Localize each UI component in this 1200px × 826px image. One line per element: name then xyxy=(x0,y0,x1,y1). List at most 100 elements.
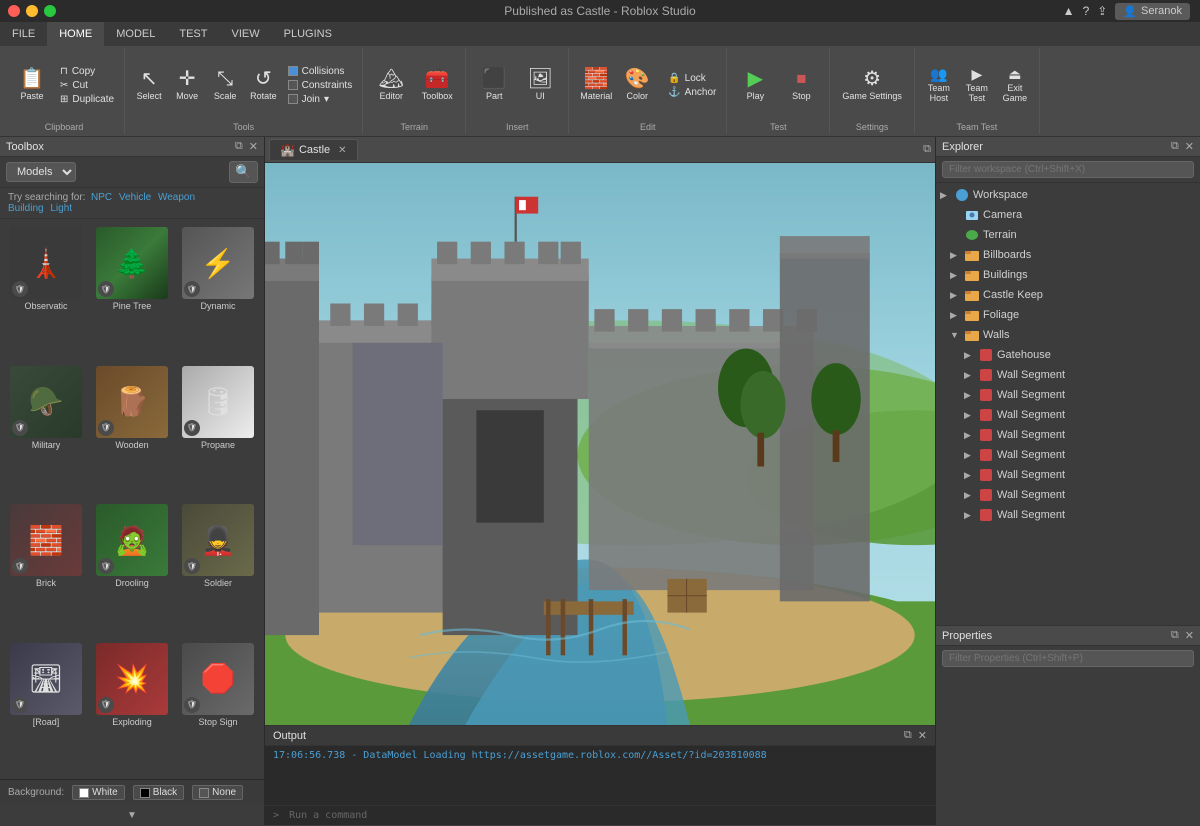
move-button[interactable]: ✛ Move xyxy=(169,66,205,104)
tree-item-2[interactable]: Terrain xyxy=(936,225,1200,245)
select-button[interactable]: ↖ Select xyxy=(131,66,167,104)
scale-icon: ⤡ xyxy=(217,69,233,89)
output-close-icon[interactable]: ✕ xyxy=(918,729,927,742)
bg-black-option[interactable]: Black xyxy=(133,785,184,800)
model-item-[road][interactable]: 🛣🛡[Road] xyxy=(4,639,88,776)
suggestion-weapon[interactable]: Weapon xyxy=(158,192,195,203)
model-thumb-9: 🛣🛡 xyxy=(10,643,82,715)
model-item-soldier[interactable]: 💂🛡Soldier xyxy=(176,500,260,637)
tree-item-3[interactable]: ▶Billboards xyxy=(936,245,1200,265)
explorer-search-input[interactable] xyxy=(942,161,1194,178)
bg-none-option[interactable]: None xyxy=(192,785,243,800)
tree-item-15[interactable]: ▶Wall Segment xyxy=(936,485,1200,505)
rotate-button[interactable]: ↺ Rotate xyxy=(245,66,282,104)
user-button[interactable]: 👤 Seranok xyxy=(1115,3,1190,20)
tree-icon-11 xyxy=(978,407,994,423)
join-button[interactable]: Join ▾ xyxy=(284,93,357,106)
close-button[interactable] xyxy=(8,5,20,17)
tree-item-16[interactable]: ▶Wall Segment xyxy=(936,505,1200,525)
tree-item-12[interactable]: ▶Wall Segment xyxy=(936,425,1200,445)
maximize-button[interactable] xyxy=(44,5,56,17)
window-controls[interactable] xyxy=(8,5,56,17)
material-button[interactable]: 🧱 Material xyxy=(575,66,617,104)
team-test-button[interactable]: ▶ TeamTest xyxy=(959,64,995,106)
model-item-pine-tree[interactable]: 🌲🛡Pine Tree xyxy=(90,223,174,360)
color-button[interactable]: 🎨 Color xyxy=(619,66,655,104)
model-item-observatic[interactable]: 🗼🛡Observatic xyxy=(4,223,88,360)
collisions-button[interactable]: Collisions xyxy=(284,65,357,78)
tree-item-1[interactable]: Camera xyxy=(936,205,1200,225)
tab-model[interactable]: MODEL xyxy=(104,22,167,46)
tree-item-8[interactable]: ▶Gatehouse xyxy=(936,345,1200,365)
editor-button[interactable]: 🏔 Editor xyxy=(369,65,413,105)
output-maximize-icon[interactable]: ⧉ xyxy=(904,729,912,742)
close-tab-button[interactable]: ✕ xyxy=(338,145,346,156)
model-item-dynamic[interactable]: ⚡🛡Dynamic xyxy=(176,223,260,360)
tree-item-0[interactable]: ▶Workspace xyxy=(936,185,1200,205)
lock-button[interactable]: 🔒 Lock xyxy=(664,72,720,85)
suggestion-npc[interactable]: NPC xyxy=(91,192,112,203)
tree-item-11[interactable]: ▶Wall Segment xyxy=(936,405,1200,425)
castle-tab[interactable]: 🏰 Castle ✕ xyxy=(269,139,358,160)
properties-close-icon[interactable]: ✕ xyxy=(1185,629,1194,642)
tree-item-13[interactable]: ▶Wall Segment xyxy=(936,445,1200,465)
model-item-brick[interactable]: 🧱🛡Brick xyxy=(4,500,88,637)
paste-button[interactable]: 📋 Paste xyxy=(10,65,54,105)
toolbox-button[interactable]: 🧰 Toolbox xyxy=(415,65,459,105)
team-host-button[interactable]: 👥 TeamHost xyxy=(921,64,957,106)
command-bar[interactable]: > Run a command xyxy=(265,805,935,825)
suggestion-building[interactable]: Building xyxy=(8,203,44,214)
model-item-drooling[interactable]: 🧟🛡Drooling xyxy=(90,500,174,637)
tree-item-4[interactable]: ▶Buildings xyxy=(936,265,1200,285)
tree-item-7[interactable]: ▼Walls xyxy=(936,325,1200,345)
properties-maximize-icon[interactable]: ⧉ xyxy=(1171,629,1179,642)
game-settings-button[interactable]: ⚙ Game Settings xyxy=(836,65,908,106)
toolbox-close-icon[interactable]: ✕ xyxy=(249,140,258,153)
viewport[interactable] xyxy=(265,163,935,725)
toolbox-maximize-icon[interactable]: ⧉ xyxy=(235,140,243,153)
part-button[interactable]: ⬛ Part xyxy=(472,65,516,105)
clipboard-small-group: ⊓ Copy ✂ Cut ⊞ Duplicate xyxy=(56,65,118,106)
cut-button[interactable]: ✂ Cut xyxy=(56,79,118,92)
edit-label: Edit xyxy=(640,122,656,132)
explorer-close-icon[interactable]: ✕ xyxy=(1185,140,1194,153)
stop-button[interactable]: ⏹ Stop xyxy=(779,65,823,105)
properties-search-input[interactable] xyxy=(942,650,1194,667)
tab-plugins[interactable]: PLUGINS xyxy=(272,22,344,46)
model-item-propane[interactable]: 🛢🛡Propane xyxy=(176,362,260,499)
up-arrow-icon[interactable]: ▲ xyxy=(1063,4,1075,18)
suggestion-light[interactable]: Light xyxy=(50,203,72,214)
model-item-stop-sign[interactable]: 🛑🛡Stop Sign xyxy=(176,639,260,776)
minimize-button[interactable] xyxy=(26,5,38,17)
tree-item-9[interactable]: ▶Wall Segment xyxy=(936,365,1200,385)
scale-button[interactable]: ⤡ Scale xyxy=(207,66,243,104)
output-title: Output xyxy=(273,730,306,742)
ui-button[interactable]: 🖼 UI xyxy=(518,65,562,105)
models-dropdown[interactable]: Models xyxy=(6,162,76,182)
tree-item-6[interactable]: ▶Foliage xyxy=(936,305,1200,325)
model-item-wooden[interactable]: 🪵🛡Wooden xyxy=(90,362,174,499)
tab-file[interactable]: FILE xyxy=(0,22,47,46)
anchor-button[interactable]: ⚓ Anchor xyxy=(664,86,720,99)
model-badge-7: 🛡 xyxy=(98,558,114,574)
play-button[interactable]: ▶ Play xyxy=(733,65,777,105)
tab-view[interactable]: VIEW xyxy=(219,22,271,46)
constraints-button[interactable]: Constraints xyxy=(284,79,357,92)
explorer-maximize-icon[interactable]: ⧉ xyxy=(1171,140,1179,153)
tree-item-10[interactable]: ▶Wall Segment xyxy=(936,385,1200,405)
tree-item-14[interactable]: ▶Wall Segment xyxy=(936,465,1200,485)
help-icon[interactable]: ? xyxy=(1083,4,1090,18)
share-icon[interactable]: ⇪ xyxy=(1097,4,1107,18)
model-item-military[interactable]: 🪖🛡Military xyxy=(4,362,88,499)
tree-item-5[interactable]: ▶Castle Keep xyxy=(936,285,1200,305)
bg-white-option[interactable]: White xyxy=(72,785,125,800)
search-button[interactable]: 🔍 xyxy=(229,161,258,183)
viewport-maximize-icon[interactable]: ⧉ xyxy=(923,143,931,156)
tab-test[interactable]: TEST xyxy=(167,22,219,46)
model-item-exploding[interactable]: 💥🛡Exploding xyxy=(90,639,174,776)
exit-game-button[interactable]: ⏏ ExitGame xyxy=(997,64,1033,106)
tab-home[interactable]: HOME xyxy=(47,22,104,46)
suggestion-vehicle[interactable]: Vehicle xyxy=(119,192,151,203)
duplicate-button[interactable]: ⊞ Duplicate xyxy=(56,93,118,106)
copy-button[interactable]: ⊓ Copy xyxy=(56,65,118,78)
